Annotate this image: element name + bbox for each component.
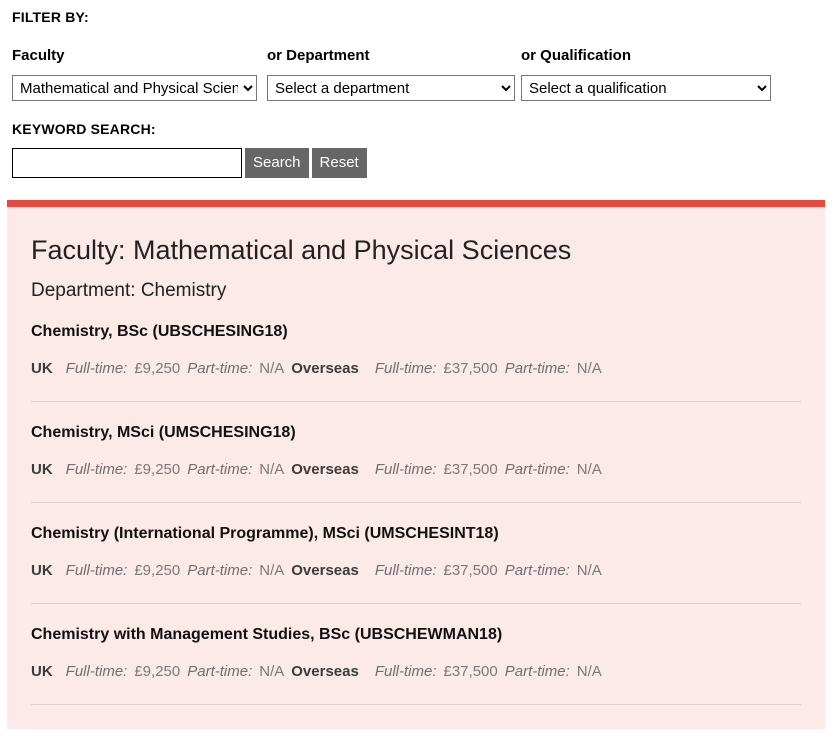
uk-part-time-value: N/A (259, 663, 285, 680)
filter-selects-row: Mathematical and Physical Sciences Selec… (12, 75, 834, 101)
overseas-full-time-value: £37,500 (443, 461, 498, 478)
uk-full-time-label: Full-time: (65, 562, 128, 579)
course-item: Chemistry, BSc (UBSCHESING18) UK Full-tim… (31, 303, 801, 379)
overseas-part-time-value: N/A (576, 461, 602, 478)
results-section: Faculty: Mathematical and Physical Scien… (0, 200, 834, 729)
overseas-full-time-label: Full-time: (374, 562, 437, 579)
keyword-search-row: Search Reset (12, 148, 834, 178)
course-fee-row: UK Full-time: £9,250 Part-time: N/A Overseas F… (31, 561, 801, 581)
department-result-title: Department: Chemistry (31, 280, 227, 301)
overseas-full-time-value: £37,500 (443, 562, 498, 579)
course-item: Chemistry (International Programme), MSc… (31, 502, 801, 581)
overseas-part-time-value: N/A (576, 360, 602, 377)
uk-full-time-value: £9,250 (134, 663, 181, 680)
department-label: or Department (267, 47, 370, 64)
course-name[interactable]: Chemistry, MSci (UMSCHESING18) (31, 423, 801, 443)
uk-full-time-value: £9,250 (134, 360, 181, 377)
results-bottom-divider (31, 704, 801, 706)
uk-region-label: UK (31, 461, 53, 478)
search-button[interactable]: Search (245, 148, 309, 178)
uk-part-time-value: N/A (259, 562, 285, 579)
course-fee-row: UK Full-time: £9,250 Part-time: N/A Overseas F… (31, 460, 801, 480)
reset-button[interactable]: Reset (311, 148, 367, 178)
uk-full-time-value: £9,250 (134, 562, 181, 579)
overseas-full-time-label: Full-time: (374, 360, 437, 377)
uk-part-time-label: Part-time: (187, 360, 253, 377)
overseas-region-label: Overseas (291, 461, 359, 478)
course-name[interactable]: Chemistry (International Programme), MSc… (31, 524, 801, 544)
filter-column-labels: Faculty or Department or Qualification (12, 46, 834, 66)
uk-full-time-value: £9,250 (134, 461, 181, 478)
course-fee-row: UK Full-time: £9,250 Part-time: N/A Overseas F… (31, 359, 801, 379)
uk-part-time-value: N/A (259, 360, 285, 377)
overseas-part-time-label: Part-time: (504, 461, 570, 478)
keyword-search-heading: KEYWORD SEARCH: (12, 121, 156, 137)
overseas-full-time-value: £37,500 (443, 663, 498, 680)
overseas-part-time-label: Part-time: (504, 663, 570, 680)
overseas-full-time-label: Full-time: (374, 461, 437, 478)
faculty-result-title: Faculty: Mathematical and Physical Scien… (31, 235, 572, 265)
overseas-full-time-label: Full-time: (374, 663, 437, 680)
filter-form: FILTER BY: Faculty or Department or Qual… (0, 8, 834, 178)
keyword-search-input[interactable] (12, 148, 242, 178)
course-name[interactable]: Chemistry with Management Studies, BSc (… (31, 625, 801, 645)
filter-by-heading: FILTER BY: (12, 9, 89, 25)
uk-part-time-label: Part-time: (187, 562, 253, 579)
course-item: Chemistry with Management Studies, BSc (… (31, 603, 801, 682)
course-fee-row: UK Full-time: £9,250 Part-time: N/A Overseas F… (31, 662, 801, 682)
overseas-part-time-value: N/A (576, 562, 602, 579)
uk-region-label: UK (31, 360, 53, 377)
uk-part-time-label: Part-time: (187, 663, 253, 680)
course-name[interactable]: Chemistry, BSc (UBSCHESING18) (31, 322, 801, 342)
uk-part-time-label: Part-time: (187, 461, 253, 478)
uk-region-label: UK (31, 562, 53, 579)
uk-full-time-label: Full-time: (65, 360, 128, 377)
overseas-part-time-label: Part-time: (504, 562, 570, 579)
uk-part-time-value: N/A (259, 461, 285, 478)
qualification-select[interactable]: Select a qualification (521, 75, 771, 101)
overseas-region-label: Overseas (291, 360, 359, 377)
overseas-full-time-value: £37,500 (443, 360, 498, 377)
overseas-part-time-value: N/A (576, 663, 602, 680)
uk-region-label: UK (31, 663, 53, 680)
course-item: Chemistry, MSci (UMSCHESING18) UK Full-ti… (31, 401, 801, 480)
results-panel: Faculty: Mathematical and Physical Scien… (7, 200, 825, 729)
department-select[interactable]: Select a department (267, 75, 515, 101)
faculty-label: Faculty (12, 47, 65, 64)
overseas-region-label: Overseas (291, 562, 359, 579)
overseas-part-time-label: Part-time: (504, 360, 570, 377)
uk-full-time-label: Full-time: (65, 663, 128, 680)
qualification-label: or Qualification (521, 47, 632, 64)
faculty-select[interactable]: Mathematical and Physical Sciences (12, 75, 257, 101)
course-list: Chemistry, BSc (UBSCHESING18) UK Full-tim… (31, 303, 801, 682)
uk-full-time-label: Full-time: (65, 461, 128, 478)
overseas-region-label: Overseas (291, 663, 359, 680)
